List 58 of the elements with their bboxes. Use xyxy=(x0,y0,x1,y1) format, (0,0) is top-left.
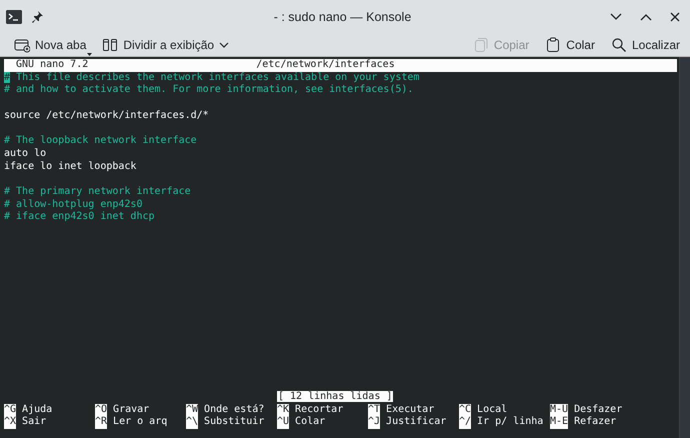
shortcut-key: ^X xyxy=(4,416,16,429)
comment-line: # This file describes the network interfaces available on your system xyxy=(4,72,420,83)
code-line: auto lo xyxy=(4,148,46,159)
shortcut-key: M-E xyxy=(550,416,568,429)
shortcut-label: Ir p/ linha xyxy=(477,416,544,429)
shortcut-key: ^\ xyxy=(186,416,198,429)
shortcut-label: Substituir xyxy=(204,416,264,429)
shortcut-key: ^K xyxy=(277,404,290,416)
new-tab-icon xyxy=(14,37,30,53)
shortcut-key: ^/ xyxy=(459,416,472,429)
shortcut-label: Recortar xyxy=(295,404,344,416)
shortcut-label: Justificar xyxy=(386,416,446,429)
shortcut-key: ^W xyxy=(186,404,198,416)
chevron-down-icon xyxy=(219,42,230,48)
shortcut-label: Desfazer xyxy=(574,404,622,416)
toolbar-button[interactable]: Dividir a exibição xyxy=(98,34,234,56)
copy-icon xyxy=(472,37,489,53)
shortcut-label: Gravar xyxy=(113,404,150,416)
shortcut-key: ^T xyxy=(368,404,380,416)
comment-line: # and how to activate them. For more information, see interfaces(5). xyxy=(4,84,414,96)
shortcut-key: ^C xyxy=(459,404,472,416)
toolbar-button[interactable]: Nova aba xyxy=(10,34,90,56)
search-button[interactable]: Localizar xyxy=(606,34,684,56)
clipboard-icon xyxy=(545,37,562,53)
shortcut-label: Colar xyxy=(295,416,326,429)
maximize-icon[interactable] xyxy=(640,13,652,21)
shortcut-key: M-U xyxy=(550,404,568,416)
code-line: iface lo inet loopback xyxy=(4,160,136,172)
terminal-icon xyxy=(6,10,22,24)
minimize-icon[interactable] xyxy=(610,13,622,21)
text-cursor: # xyxy=(4,72,10,83)
window-title: - : sudo nano — Konsole xyxy=(272,10,412,24)
columns-icon xyxy=(102,37,118,53)
toolbar-button[interactable]: Colar xyxy=(541,34,599,56)
shortcut-label: Executar xyxy=(386,404,434,416)
shortcut-label: Refazer xyxy=(574,416,616,429)
shortcut-label: Sair xyxy=(22,416,46,429)
comment-line: # The primary network interface xyxy=(4,186,191,197)
shortcut-label: Local xyxy=(477,404,508,416)
code-line: source /etc/network/interfaces.d/* xyxy=(4,110,209,121)
shortcut-label: Ler o arq xyxy=(113,416,168,429)
shortcut-key: ^J xyxy=(368,416,380,429)
shortcut-label: Ajuda xyxy=(22,404,52,416)
shortcut-key: ^O xyxy=(95,404,108,416)
comment-line: # iface enp42s0 inet dhcp xyxy=(4,211,155,222)
status-message: [ 12 linhas lidas ] xyxy=(277,390,394,402)
shortcut-label: Onde está? xyxy=(204,404,264,416)
shortcut-key: ^R xyxy=(95,416,108,429)
search-icon xyxy=(610,37,627,53)
nano-version: GNU nano 7.2 xyxy=(16,59,88,72)
shortcut-key: ^U xyxy=(277,416,290,429)
file-name: /etc/network/interfaces xyxy=(256,59,395,72)
scrollbar[interactable] xyxy=(679,57,690,438)
comment-line: # allow-hotplug enp42s0 xyxy=(4,198,142,210)
close-icon[interactable] xyxy=(670,12,680,22)
shortcut-key: ^G xyxy=(4,404,16,416)
pin-icon[interactable] xyxy=(32,11,43,23)
comment-line: # The loopback network interface xyxy=(4,135,197,146)
